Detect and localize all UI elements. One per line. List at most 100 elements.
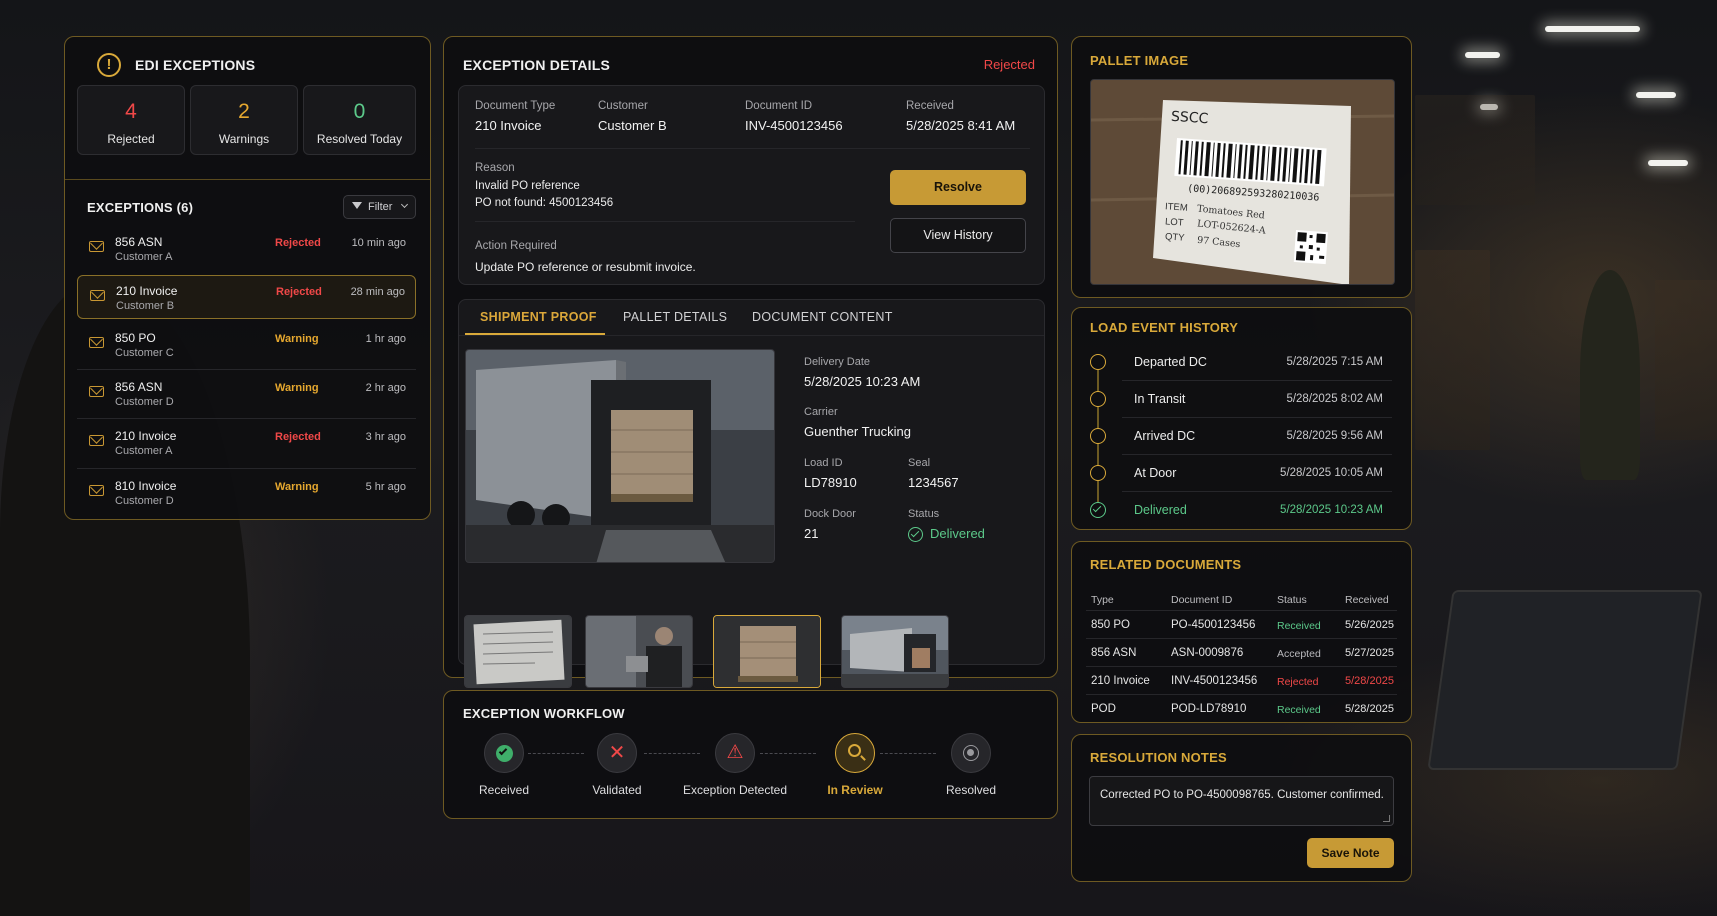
exception-type: 850 PO <box>115 331 156 345</box>
chevron-down-icon <box>400 200 409 209</box>
timeline-dot <box>1090 354 1106 370</box>
exception-customer: Customer A <box>115 251 173 263</box>
event-label: Departed DC <box>1134 355 1207 369</box>
workflow-step-validated[interactable]: ✕ <box>597 733 637 773</box>
stat-warnings-label: Warnings <box>218 132 270 146</box>
envelope-icon <box>89 241 104 252</box>
dock-door-label: Dock Door <box>804 508 856 520</box>
reason-line-1: Invalid PO reference <box>475 180 580 192</box>
event-label: In Transit <box>1134 392 1186 406</box>
filter-label: Filter <box>368 201 393 213</box>
check-circle-icon <box>496 745 513 762</box>
pallet-label-lot-key: LOT <box>1164 216 1184 229</box>
exception-customer: Customer A <box>115 445 173 457</box>
event-time: 5/28/2025 7:15 AM <box>1286 356 1383 368</box>
workflow-step-received[interactable] <box>484 733 524 773</box>
doc-type-label: Document Type <box>475 100 556 112</box>
doc-type-value: 210 Invoice <box>475 118 542 133</box>
exception-item[interactable]: 810 Invoice Customer D Warning 5 hr ago <box>77 471 416 515</box>
notes-title: RESOLUTION NOTES <box>1090 750 1227 765</box>
stat-resolved-label: Resolved Today <box>316 132 403 146</box>
doc-id[interactable]: INV-4500123456 <box>1171 675 1257 687</box>
divider <box>77 468 416 469</box>
workflow-step-exception-detected[interactable]: ⚠ <box>715 733 755 773</box>
tab-shipment-proof[interactable]: SHIPMENT PROOF <box>480 310 597 324</box>
exception-time: 1 hr ago <box>365 333 406 345</box>
received-value: 5/28/2025 8:41 AM <box>906 118 1016 133</box>
exception-type: 810 Invoice <box>115 479 177 493</box>
thumbnail-pallet-selected[interactable] <box>713 615 821 688</box>
doc-received: 5/28/2025 <box>1345 675 1394 687</box>
save-note-button[interactable]: Save Note <box>1307 838 1394 868</box>
doc-id-value: INV-4500123456 <box>745 118 843 133</box>
thumbnail-document[interactable] <box>464 615 572 688</box>
col-type: Type <box>1091 594 1114 606</box>
resolve-button[interactable]: Resolve <box>890 170 1026 205</box>
delivery-date-label: Delivery Date <box>804 356 871 368</box>
exception-status: Rejected <box>275 431 321 443</box>
event-time: 5/28/2025 8:02 AM <box>1286 393 1383 405</box>
workflow-connector <box>880 753 936 754</box>
doc-id[interactable]: PO-4500123456 <box>1171 619 1255 631</box>
exception-time: 28 min ago <box>350 286 405 298</box>
warning-icon: ! <box>97 53 121 77</box>
seal-value: 1234567 <box>908 475 959 490</box>
workflow-step-in-review[interactable] <box>835 733 875 773</box>
shipment-photo[interactable] <box>465 349 775 563</box>
stat-rejected[interactable]: 4 Rejected <box>77 85 185 155</box>
notes-text: Corrected PO to PO-4500098765. Customer … <box>1100 789 1384 801</box>
workflow-label-in-review: In Review <box>827 783 883 797</box>
exception-item[interactable]: 856 ASN Customer A Rejected 10 min ago <box>77 227 416 271</box>
thumbnail-driver[interactable] <box>585 615 693 688</box>
status-label: Status <box>908 508 940 520</box>
exception-time: 3 hr ago <box>365 431 406 443</box>
carrier-label: Carrier <box>804 406 838 418</box>
pallet-image-panel: PALLET IMAGE SSCC (00)206892593280210036… <box>1071 36 1412 298</box>
filter-button[interactable]: Filter <box>343 195 416 219</box>
exception-item-selected[interactable]: 210 Invoice Customer B Rejected 28 min a… <box>77 275 416 319</box>
thumbnail-trailer[interactable] <box>841 615 949 688</box>
timeline-dot <box>1090 428 1106 444</box>
workflow-connector <box>528 753 584 754</box>
resolution-notes-textarea[interactable]: Corrected PO to PO-4500098765. Customer … <box>1089 776 1394 826</box>
doc-received: 5/27/2025 <box>1345 647 1394 659</box>
pallet-label-photo[interactable]: SSCC (00)206892593280210036 ITEM Tomatoe… <box>1090 79 1395 285</box>
resize-handle-icon[interactable] <box>1383 815 1390 822</box>
customer-value: Customer B <box>598 118 667 133</box>
envelope-icon <box>89 337 104 348</box>
exception-item[interactable]: 210 Invoice Customer A Rejected 3 hr ago <box>77 421 416 465</box>
check-circle-icon <box>1090 502 1106 518</box>
doc-status: Received <box>1277 620 1321 632</box>
exception-customer: Customer C <box>115 347 174 359</box>
envelope-icon <box>90 290 105 301</box>
pallet-label-sscc: SSCC <box>1170 108 1209 128</box>
filter-icon <box>352 202 362 209</box>
exception-type: 856 ASN <box>115 235 163 249</box>
stat-resolved-count: 0 <box>353 100 366 123</box>
event-time: 5/28/2025 10:05 AM <box>1280 467 1383 479</box>
doc-id[interactable]: POD-LD78910 <box>1171 703 1246 715</box>
pallet-label-qty-key: QTY <box>1164 231 1185 244</box>
exception-item[interactable]: 856 ASN Customer D Warning 2 hr ago <box>77 372 416 416</box>
related-documents-panel: RELATED DOCUMENTS Type Document ID Statu… <box>1071 541 1412 723</box>
load-id-value: LD78910 <box>804 475 857 490</box>
stat-resolved[interactable]: 0 Resolved Today <box>303 85 416 155</box>
tab-pallet-details[interactable]: PALLET DETAILS <box>623 310 727 324</box>
divider <box>475 221 855 222</box>
divider <box>1086 666 1397 667</box>
envelope-icon <box>89 435 104 446</box>
view-history-button[interactable]: View History <box>890 218 1026 253</box>
col-document-id: Document ID <box>1171 594 1233 606</box>
doc-id[interactable]: ASN-0009876 <box>1171 647 1243 659</box>
exception-item[interactable]: 850 PO Customer C Warning 1 hr ago <box>77 323 416 367</box>
details-title: EXCEPTION DETAILS <box>463 57 611 73</box>
workflow-step-resolved[interactable] <box>951 733 991 773</box>
timeline-dot <box>1090 391 1106 407</box>
dock-door-value: 21 <box>804 526 819 541</box>
pallet-image-title: PALLET IMAGE <box>1090 53 1189 68</box>
envelope-icon <box>89 386 104 397</box>
workflow-connector <box>644 753 700 754</box>
stat-warnings[interactable]: 2 Warnings <box>190 85 298 155</box>
exception-time: 2 hr ago <box>365 382 406 394</box>
tab-document-content[interactable]: DOCUMENT CONTENT <box>752 310 893 324</box>
